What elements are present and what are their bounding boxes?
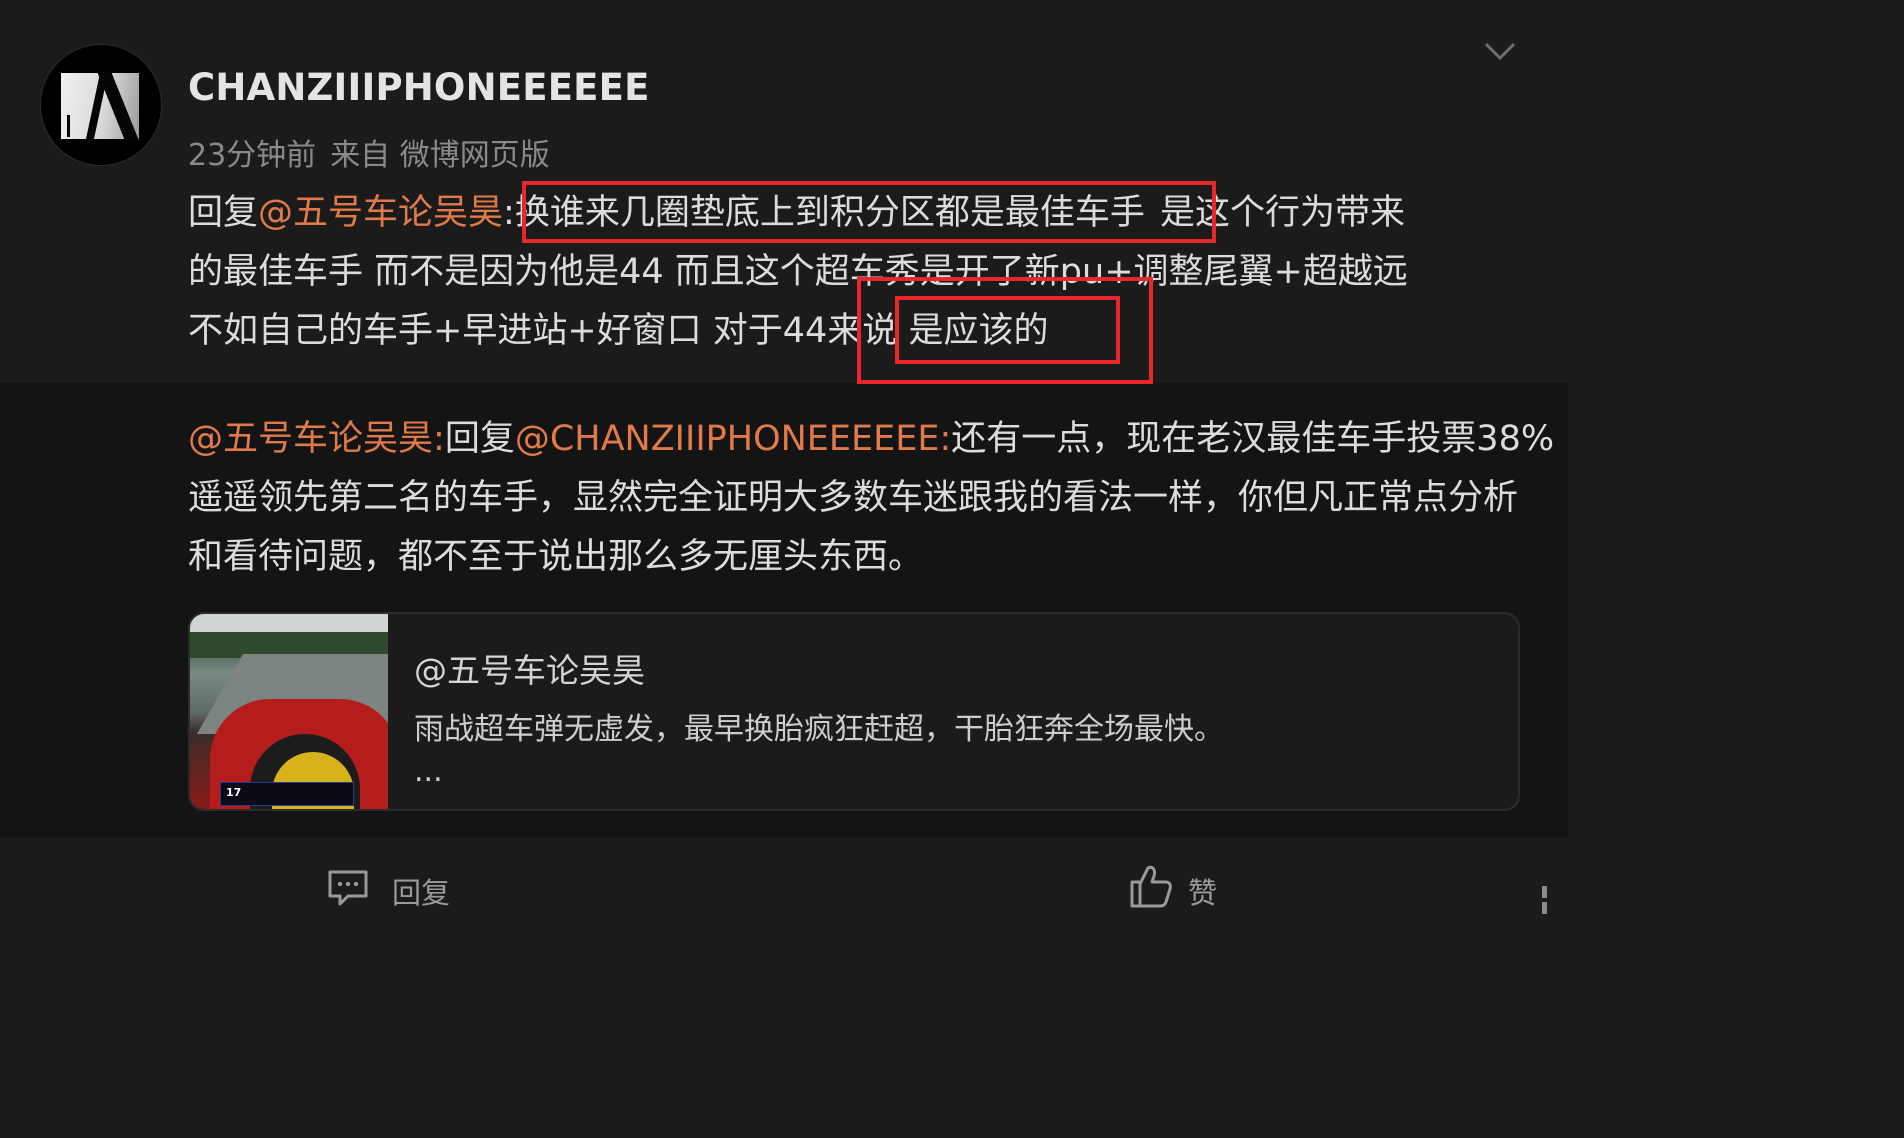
post-text: 回复@五号车论吴昊:换谁来几圈垫底上到积分区都是最佳车手 是这个行为带来 的最佳… (188, 184, 1488, 361)
highlighted-text: 换谁来几圈垫底上到积分区都是最佳车手 (514, 193, 1145, 233)
mention-link[interactable]: @五号车论吴昊 (188, 419, 433, 459)
video-thumbnail[interactable]: 17 (190, 614, 388, 809)
reply-label: 回复 (392, 876, 451, 910)
post-line: 回复@五号车论吴昊:换谁来几圈垫底上到积分区都是最佳车手 是这个行为带来 (188, 184, 1488, 243)
comment-icon (328, 870, 368, 906)
thumbs-up-icon (1130, 865, 1172, 908)
colon: : (433, 419, 445, 459)
post-time: 23分钟前 (188, 138, 317, 173)
post-line: 不如自己的车手+早进站+好窗口 对于44来说 是应该的 (188, 302, 1488, 361)
more-icon[interactable] (1530, 880, 1560, 920)
highlighted-text: 是应该的 (908, 311, 1049, 351)
colon: : (503, 193, 515, 233)
username[interactable]: CHANZIIIPHONEEEEEE (188, 66, 650, 109)
retweet-line: 遥遥领先第二名的车手，显然完全证明大多数车迷跟我的看法一样，你但凡正常点分析 (188, 478, 1519, 518)
post-text-segment: 是这个行为带来 (1159, 193, 1405, 233)
post-source: 来自 微博网页版 (330, 138, 550, 173)
card-ellipsis: ... (414, 754, 443, 789)
retweet-line: @五号车论吴昊:回复@CHANZIIIPHONEEEEEE:还有一点，现在老汉最… (188, 410, 1554, 469)
reply-prefix: 回复 (188, 193, 259, 233)
chevron-down-icon[interactable] (1480, 34, 1520, 64)
reply-prefix: 回复 (444, 419, 515, 459)
retweet-text: @五号车论吴昊:回复@CHANZIIIPHONEEEEEE:还有一点，现在老汉最… (188, 410, 1554, 587)
avatar-figure (67, 115, 70, 137)
action-bar (0, 837, 1568, 937)
card-title[interactable]: @五号车论吴昊 (414, 644, 645, 692)
linked-post-card[interactable]: 17 @五号车论吴昊 雨战超车弹无虚发，最早换胎疯狂赶超，干胎狂奔全场最快。 .… (188, 612, 1520, 811)
thumbnail-hud-number: 17 (226, 786, 242, 799)
post-meta: 23分钟前 来自 微博网页版 (188, 130, 550, 174)
post-text-segment: 不如自己的车手+早进站+好窗口 对于44来说 (188, 311, 898, 351)
mention-link[interactable]: @五号车论吴昊 (258, 193, 503, 233)
card-description: 雨战超车弹无虚发，最早换胎疯狂赶超，干胎狂奔全场最快。 (414, 712, 1224, 747)
retweet-line: 和看待问题，都不至于说出那么多无厘头东西。 (188, 537, 924, 577)
mention-link[interactable]: @CHANZIIIPHONEEEEEE (515, 419, 940, 459)
colon: : (939, 419, 952, 459)
avatar[interactable] (40, 44, 162, 166)
retweet-text-segment: 还有一点，现在老汉最佳车手投票38% (951, 419, 1555, 459)
post-line: 的最佳车手 而不是因为他是44 而且这个超车秀是开了新pu+调整尾翼+超越远 (188, 252, 1408, 292)
like-label: 赞 (1188, 876, 1218, 910)
